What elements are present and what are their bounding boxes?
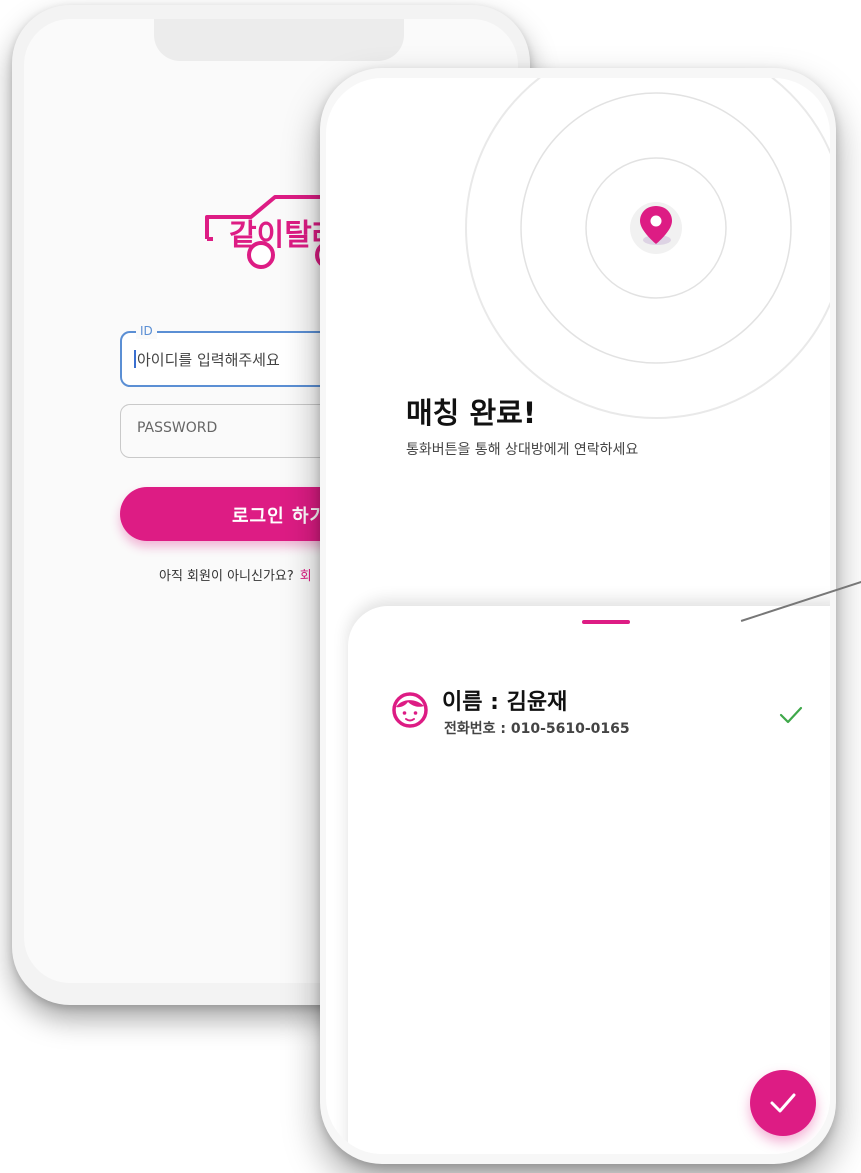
password-placeholder: PASSWORD bbox=[137, 420, 218, 436]
signup-prompt: 아직 회원이 아니신가요? bbox=[159, 569, 294, 584]
phone-notch bbox=[154, 19, 404, 61]
matched-phone: 전화번호 : 010-5610-0165 bbox=[444, 721, 630, 737]
confirm-check-icon bbox=[770, 1093, 796, 1113]
login-button-label: 로그인 하기 bbox=[232, 506, 328, 527]
match-phone: 매칭 완료! 통화버튼을 통해 상대방에게 연락하세요 이름 : 김윤재 전화번… bbox=[320, 68, 836, 1164]
match-title: 매칭 완료! bbox=[406, 396, 537, 430]
text-caret bbox=[134, 350, 136, 368]
check-icon bbox=[779, 706, 803, 724]
id-field-label: ID bbox=[136, 323, 157, 339]
match-subtitle: 통화버튼을 통해 상대방에게 연락하세요 bbox=[406, 442, 639, 458]
signup-row: 아직 회원이 아니신가요? 회 bbox=[159, 565, 312, 584]
radar-map bbox=[465, 78, 830, 419]
id-input[interactable]: 아이디를 입력해주세요 bbox=[134, 349, 280, 370]
face-icon bbox=[392, 692, 428, 728]
matched-name: 이름 : 김윤재 bbox=[442, 690, 568, 715]
match-result-sheet: 이름 : 김윤재 전화번호 : 010-5610-0165 bbox=[348, 606, 830, 1154]
location-pin-icon bbox=[640, 206, 672, 245]
confirm-button[interactable] bbox=[750, 1070, 816, 1136]
id-placeholder: 아이디를 입력해주세요 bbox=[137, 351, 280, 369]
signup-link[interactable]: 회 bbox=[300, 569, 312, 584]
sheet-handle[interactable] bbox=[582, 620, 630, 624]
